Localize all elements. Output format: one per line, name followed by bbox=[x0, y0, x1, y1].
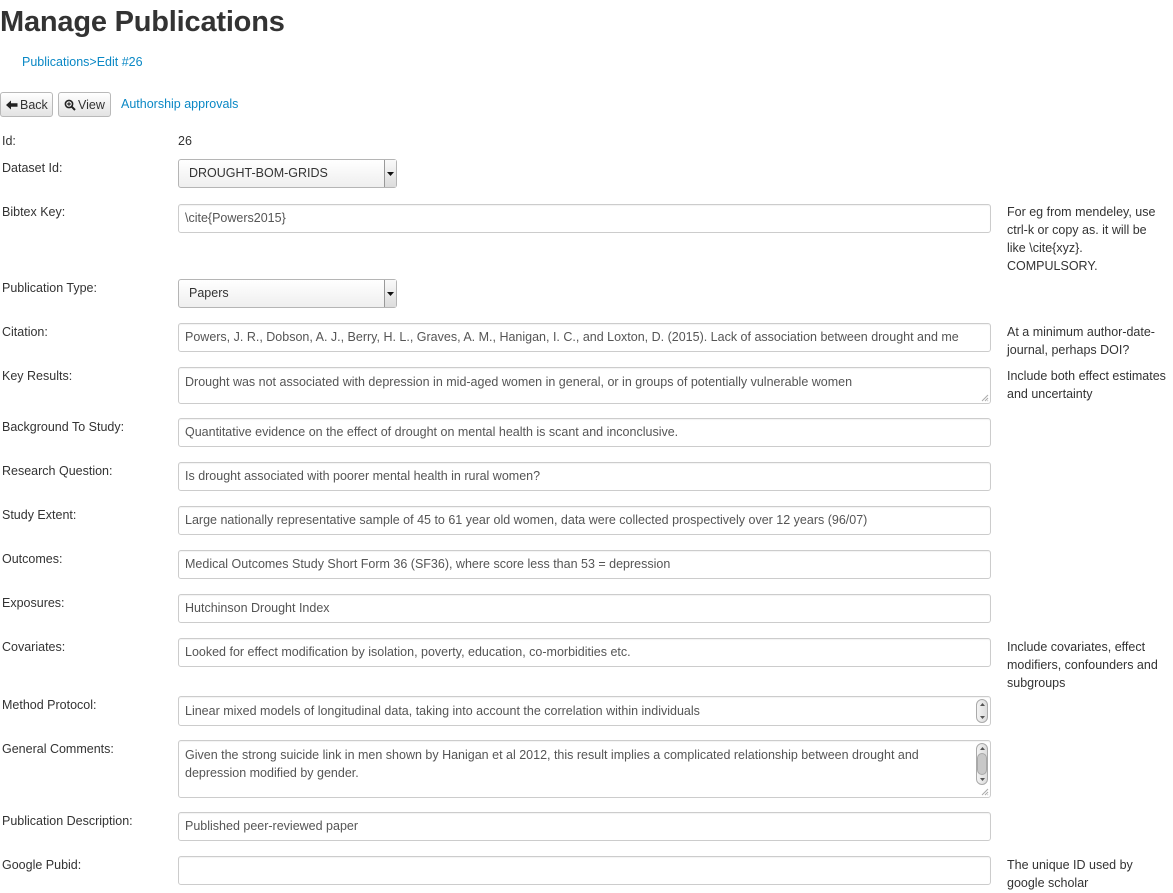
general-comments-text: Given the strong suicide link in men sho… bbox=[185, 748, 919, 780]
publication-description-input[interactable]: Published peer-reviewed paper bbox=[178, 812, 991, 841]
exposures-input[interactable]: Hutchinson Drought Index bbox=[178, 594, 991, 623]
general-comments-scrollbar[interactable] bbox=[976, 743, 988, 785]
breadcrumb-current-link[interactable]: Edit #26 bbox=[97, 55, 143, 69]
resize-grip-icon[interactable] bbox=[981, 788, 989, 796]
view-button-label: View bbox=[78, 97, 105, 112]
back-button-label: Back bbox=[20, 97, 48, 112]
covariates-input[interactable]: Looked for effect modification by isolat… bbox=[178, 638, 991, 667]
scroll-up-icon[interactable] bbox=[977, 744, 987, 753]
publication-type-label: Publication Type: bbox=[2, 281, 97, 295]
key-results-label: Key Results: bbox=[2, 369, 73, 383]
covariates-help: Include covariates, effect modifiers, co… bbox=[1007, 640, 1158, 690]
back-button[interactable]: Back bbox=[0, 92, 53, 117]
key-results-help: Include both effect estimates and uncert… bbox=[1007, 369, 1166, 401]
dataset-id-label: Dataset Id: bbox=[2, 161, 63, 175]
caret-down-icon bbox=[384, 280, 396, 307]
page-title: Manage Publications bbox=[0, 6, 285, 38]
method-protocol-text: Linear mixed models of longitudinal data… bbox=[185, 704, 700, 718]
outcomes-label: Outcomes: bbox=[2, 552, 63, 566]
scroll-thumb[interactable] bbox=[977, 753, 987, 775]
study-extent-label: Study Extent: bbox=[2, 508, 77, 522]
google-pubid-label: Google Pubid: bbox=[2, 858, 82, 872]
id-value: 26 bbox=[178, 134, 192, 148]
background-label: Background To Study: bbox=[2, 420, 125, 434]
citation-help: At a minimum author-date-journal, perhap… bbox=[1007, 325, 1155, 357]
method-protocol-scrollbar[interactable] bbox=[976, 699, 988, 723]
caret-down-icon bbox=[384, 160, 396, 187]
covariates-label: Covariates: bbox=[2, 640, 66, 654]
study-extent-input[interactable]: Large nationally representative sample o… bbox=[178, 506, 991, 535]
publication-description-label: Publication Description: bbox=[2, 814, 133, 828]
scroll-down-icon[interactable] bbox=[977, 775, 987, 784]
arrow-left-icon bbox=[6, 100, 18, 110]
authorship-approvals-link[interactable]: Authorship approvals bbox=[121, 97, 238, 111]
general-comments-label: General Comments: bbox=[2, 742, 114, 756]
resize-grip-icon[interactable] bbox=[981, 394, 989, 402]
bibtex-key-help: For eg from mendeley, use ctrl-k or copy… bbox=[1007, 205, 1156, 273]
citation-label: Citation: bbox=[2, 325, 48, 339]
background-input[interactable]: Quantitative evidence on the effect of d… bbox=[178, 418, 991, 447]
bibtex-key-input[interactable]: \cite{Powers2015} bbox=[178, 204, 991, 233]
scroll-down-icon[interactable] bbox=[977, 713, 987, 722]
citation-input[interactable]: Powers, J. R., Dobson, A. J., Berry, H. … bbox=[178, 323, 991, 352]
zoom-in-icon bbox=[64, 99, 76, 111]
exposures-label: Exposures: bbox=[2, 596, 65, 610]
dataset-id-select[interactable]: DROUGHT-BOM-GRIDS bbox=[178, 159, 397, 188]
scroll-up-icon[interactable] bbox=[977, 700, 987, 709]
method-protocol-label: Method Protocol: bbox=[2, 698, 97, 712]
breadcrumb-publications-link[interactable]: Publications bbox=[22, 55, 89, 69]
key-results-text: Drought was not associated with depressi… bbox=[185, 375, 853, 389]
breadcrumb: Publications>Edit #26 bbox=[22, 55, 143, 69]
publication-type-select[interactable]: Papers bbox=[178, 279, 397, 308]
breadcrumb-separator: > bbox=[89, 55, 97, 69]
key-results-textarea[interactable]: Drought was not associated with depressi… bbox=[178, 367, 991, 404]
method-protocol-textarea[interactable]: Linear mixed models of longitudinal data… bbox=[178, 696, 991, 726]
publication-type-selected-value: Papers bbox=[189, 286, 229, 300]
id-label: Id: bbox=[2, 134, 16, 148]
dataset-id-selected-value: DROUGHT-BOM-GRIDS bbox=[189, 166, 328, 180]
google-pubid-input[interactable] bbox=[178, 856, 991, 885]
research-question-label: Research Question: bbox=[2, 464, 113, 478]
research-question-input[interactable]: Is drought associated with poorer mental… bbox=[178, 462, 991, 491]
view-button[interactable]: View bbox=[58, 92, 111, 117]
bibtex-key-label: Bibtex Key: bbox=[2, 205, 66, 219]
google-pubid-help: The unique ID used by google scholar bbox=[1007, 858, 1133, 890]
general-comments-textarea[interactable]: Given the strong suicide link in men sho… bbox=[178, 740, 991, 798]
outcomes-input[interactable]: Medical Outcomes Study Short Form 36 (SF… bbox=[178, 550, 991, 579]
